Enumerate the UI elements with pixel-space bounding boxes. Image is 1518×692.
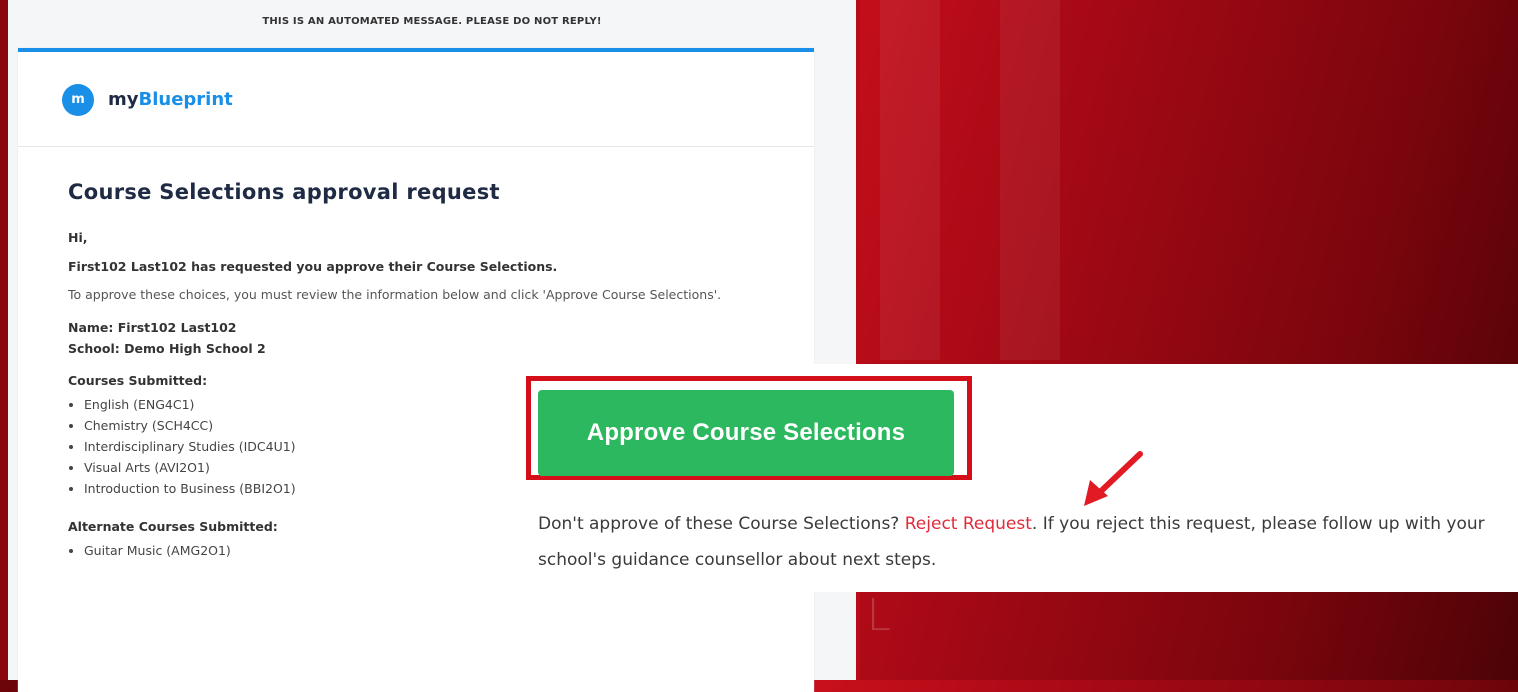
student-name: Name: First102 Last102 xyxy=(68,320,237,335)
brand-name: myBlueprint xyxy=(108,89,233,110)
brand-header: m myBlueprint xyxy=(18,52,814,147)
mybp-logo-icon: m xyxy=(62,84,94,116)
approve-callout: Approve Course Selections Don't approve … xyxy=(518,364,1518,592)
school-name: School: Demo High School 2 xyxy=(68,341,266,356)
reject-prefix: Don't approve of these Course Selections… xyxy=(538,514,905,534)
instruction: To approve these choices, you must revie… xyxy=(68,287,722,302)
reject-request-link[interactable]: Reject Request xyxy=(905,514,1032,534)
reject-message: Don't approve of these Course Selections… xyxy=(538,506,1498,578)
approve-course-selections-button[interactable]: Approve Course Selections xyxy=(538,390,954,476)
automated-notice: THIS IS AN AUTOMATED MESSAGE. PLEASE DO … xyxy=(262,16,602,27)
request-line: First102 Last102 has requested you appro… xyxy=(68,259,558,274)
greeting: Hi, xyxy=(68,230,88,245)
background-stripe xyxy=(1000,0,1060,360)
email-title: Course Selections approval request xyxy=(68,180,500,204)
red-arrow-icon xyxy=(1084,451,1143,506)
background-stripe xyxy=(880,0,940,360)
